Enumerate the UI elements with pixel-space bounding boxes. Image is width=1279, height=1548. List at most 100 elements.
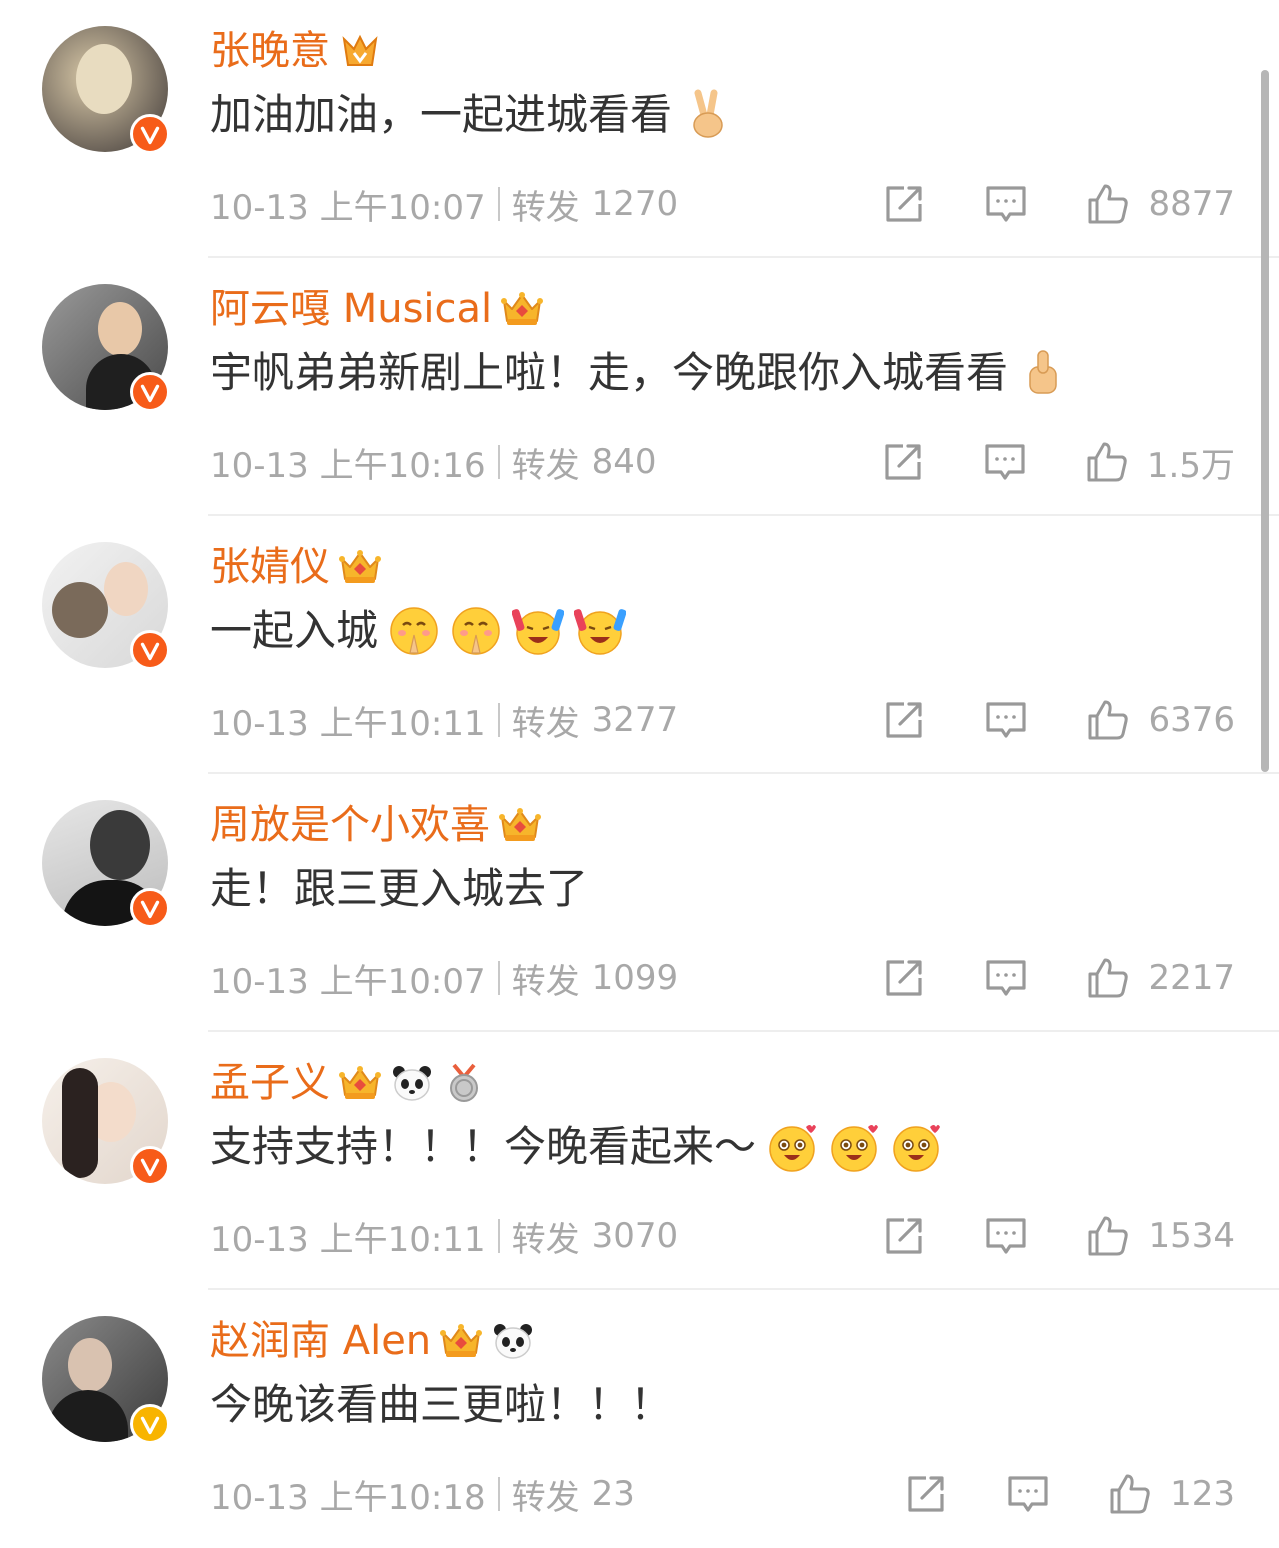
username[interactable]: 张晚意 xyxy=(210,27,330,75)
comment-actions: 6376 xyxy=(882,692,1235,748)
comment-text: 宇帆弟弟新剧上啦！走，今晚跟你入城看看 xyxy=(210,344,1070,402)
comment-text-content: 宇帆弟弟新剧上啦！走，今晚跟你入城看看 xyxy=(210,348,1009,397)
comment-item: 孟子义 支持支持！！！今晚看起来～ 10-13 上午10:11 转发 3070 … xyxy=(0,1032,1279,1290)
crown-badge-icon xyxy=(498,805,542,845)
comment-item: 张婧仪 一起入城 10-13 上午10:11 转发 3277 6376 xyxy=(0,516,1279,774)
comment-meta: 10-13 上午10:11 转发 3277 xyxy=(210,692,678,748)
comment-item: 张晚意 加油加油，一起进城看看 10-13 上午10:07 转发 1270 88… xyxy=(0,0,1279,258)
like-count: 123 xyxy=(1170,1474,1235,1514)
username[interactable]: 张婧仪 xyxy=(210,543,330,591)
panda-icon xyxy=(390,1063,434,1103)
comment-text: 一起入城 xyxy=(210,602,626,660)
comment-actions: 1534 xyxy=(882,1208,1235,1264)
avatar[interactable] xyxy=(42,1316,170,1444)
comment-text: 今晚该看曲三更啦！！！ xyxy=(210,1376,672,1434)
thumbs-up-icon[interactable] xyxy=(1086,956,1130,1000)
comment-icon[interactable] xyxy=(984,956,1028,1000)
verified-v-icon xyxy=(130,630,170,670)
thumbs-up-icon[interactable] xyxy=(1086,698,1130,742)
comment-icon[interactable] xyxy=(983,440,1027,484)
avatar[interactable] xyxy=(42,26,170,154)
comment-time: 10-13 上午10:18 xyxy=(210,1477,486,1518)
cheer-emoji-icon xyxy=(574,605,626,657)
comment-actions: 8877 xyxy=(882,176,1235,232)
repost-label: 转发 xyxy=(511,445,580,486)
share-icon[interactable] xyxy=(882,1214,926,1258)
share-icon[interactable] xyxy=(881,440,925,484)
comment-text: 支持支持！！！今晚看起来～ xyxy=(210,1118,942,1176)
comment-text-content: 加油加油，一起进城看看 xyxy=(210,90,673,139)
avatar[interactable] xyxy=(42,800,170,928)
excited-emoji-icon xyxy=(828,1121,880,1173)
repost-label: 转发 xyxy=(511,961,580,1002)
comment-icon[interactable] xyxy=(984,698,1028,742)
meta-divider xyxy=(497,703,500,737)
victory-hand-emoji-icon xyxy=(682,89,734,141)
comment-time: 10-13 上午10:16 xyxy=(210,445,486,486)
username[interactable]: 阿云嘎 Musical xyxy=(210,285,492,333)
avatar[interactable] xyxy=(42,1058,170,1186)
excited-emoji-icon xyxy=(890,1121,942,1173)
crown-badge-icon xyxy=(439,1321,483,1361)
comment-meta: 10-13 上午10:16 转发 840 xyxy=(210,434,657,490)
comment-icon[interactable] xyxy=(984,182,1028,226)
comment-meta: 10-13 上午10:11 转发 3070 xyxy=(210,1208,678,1264)
verified-v-icon xyxy=(130,1146,170,1186)
username[interactable]: 孟子义 xyxy=(210,1059,330,1107)
comment-time: 10-13 上午10:11 xyxy=(210,703,486,744)
verified-v-icon xyxy=(130,888,170,928)
meta-divider xyxy=(497,1219,500,1253)
repost-count: 23 xyxy=(591,1474,635,1514)
thumbs-up-icon[interactable] xyxy=(1086,182,1130,226)
share-icon[interactable] xyxy=(882,698,926,742)
like-count: 6376 xyxy=(1148,700,1235,740)
comment-actions: 2217 xyxy=(882,950,1235,1006)
comment-time: 10-13 上午10:07 xyxy=(210,961,486,1002)
thumbs-up-icon[interactable] xyxy=(1108,1472,1152,1516)
verified-v-icon xyxy=(130,1404,170,1444)
crown-badge-icon xyxy=(500,289,544,329)
comment-item: 赵润南 Alen 今晚该看曲三更啦！！！ 10-13 上午10:18 转发 23… xyxy=(0,1290,1279,1548)
scrollbar[interactable] xyxy=(1261,70,1269,772)
like-count: 2217 xyxy=(1148,958,1235,998)
comment-time: 10-13 上午10:11 xyxy=(210,1219,486,1260)
comment-icon[interactable] xyxy=(1006,1472,1050,1516)
thumbs-up-icon[interactable] xyxy=(1086,1214,1130,1258)
medal-badge-icon xyxy=(442,1063,486,1103)
vip-badge-icon xyxy=(342,34,378,66)
comment-text: 加油加油，一起进城看看 xyxy=(210,86,734,144)
repost-count: 1099 xyxy=(591,958,679,998)
verified-v-icon xyxy=(130,114,170,154)
comment-icon[interactable] xyxy=(984,1214,1028,1258)
crown-badge-icon xyxy=(338,1063,382,1103)
meta-divider xyxy=(497,445,500,479)
pray-emoji-icon xyxy=(450,605,502,657)
comment-text: 走！跟三更入城去了 xyxy=(210,860,588,918)
verified-v-icon xyxy=(130,372,170,412)
meta-divider xyxy=(497,1477,500,1511)
share-icon[interactable] xyxy=(882,182,926,226)
comment-item: 周放是个小欢喜 走！跟三更入城去了 10-13 上午10:07 转发 1099 … xyxy=(0,774,1279,1032)
comment-actions: 1.5万 xyxy=(881,434,1235,490)
comment-item: 阿云嘎 Musical 宇帆弟弟新剧上啦！走，今晚跟你入城看看 10-13 上午… xyxy=(0,258,1279,516)
username[interactable]: 赵润南 Alen xyxy=(210,1317,431,1365)
like-count: 8877 xyxy=(1148,184,1235,224)
repost-count: 3277 xyxy=(591,700,679,740)
comment-text-content: 一起入城 xyxy=(210,606,379,655)
comment-text-content: 支持支持！！！今晚看起来～ xyxy=(210,1122,757,1171)
comment-meta: 10-13 上午10:18 转发 23 xyxy=(210,1466,635,1522)
avatar[interactable] xyxy=(42,284,170,412)
like-count: 1.5万 xyxy=(1146,445,1235,486)
comment-time: 10-13 上午10:07 xyxy=(210,187,486,228)
avatar[interactable] xyxy=(42,542,170,670)
username[interactable]: 周放是个小欢喜 xyxy=(210,801,490,849)
repost-count: 3070 xyxy=(591,1216,679,1256)
thumbs-up-emoji-icon xyxy=(1018,347,1070,399)
comment-meta: 10-13 上午10:07 转发 1099 xyxy=(210,950,678,1006)
thumbs-up-icon[interactable] xyxy=(1085,440,1129,484)
panda-icon xyxy=(491,1321,535,1361)
crown-badge-icon xyxy=(338,547,382,587)
comment-meta: 10-13 上午10:07 转发 1270 xyxy=(210,176,678,232)
share-icon[interactable] xyxy=(904,1472,948,1516)
share-icon[interactable] xyxy=(882,956,926,1000)
